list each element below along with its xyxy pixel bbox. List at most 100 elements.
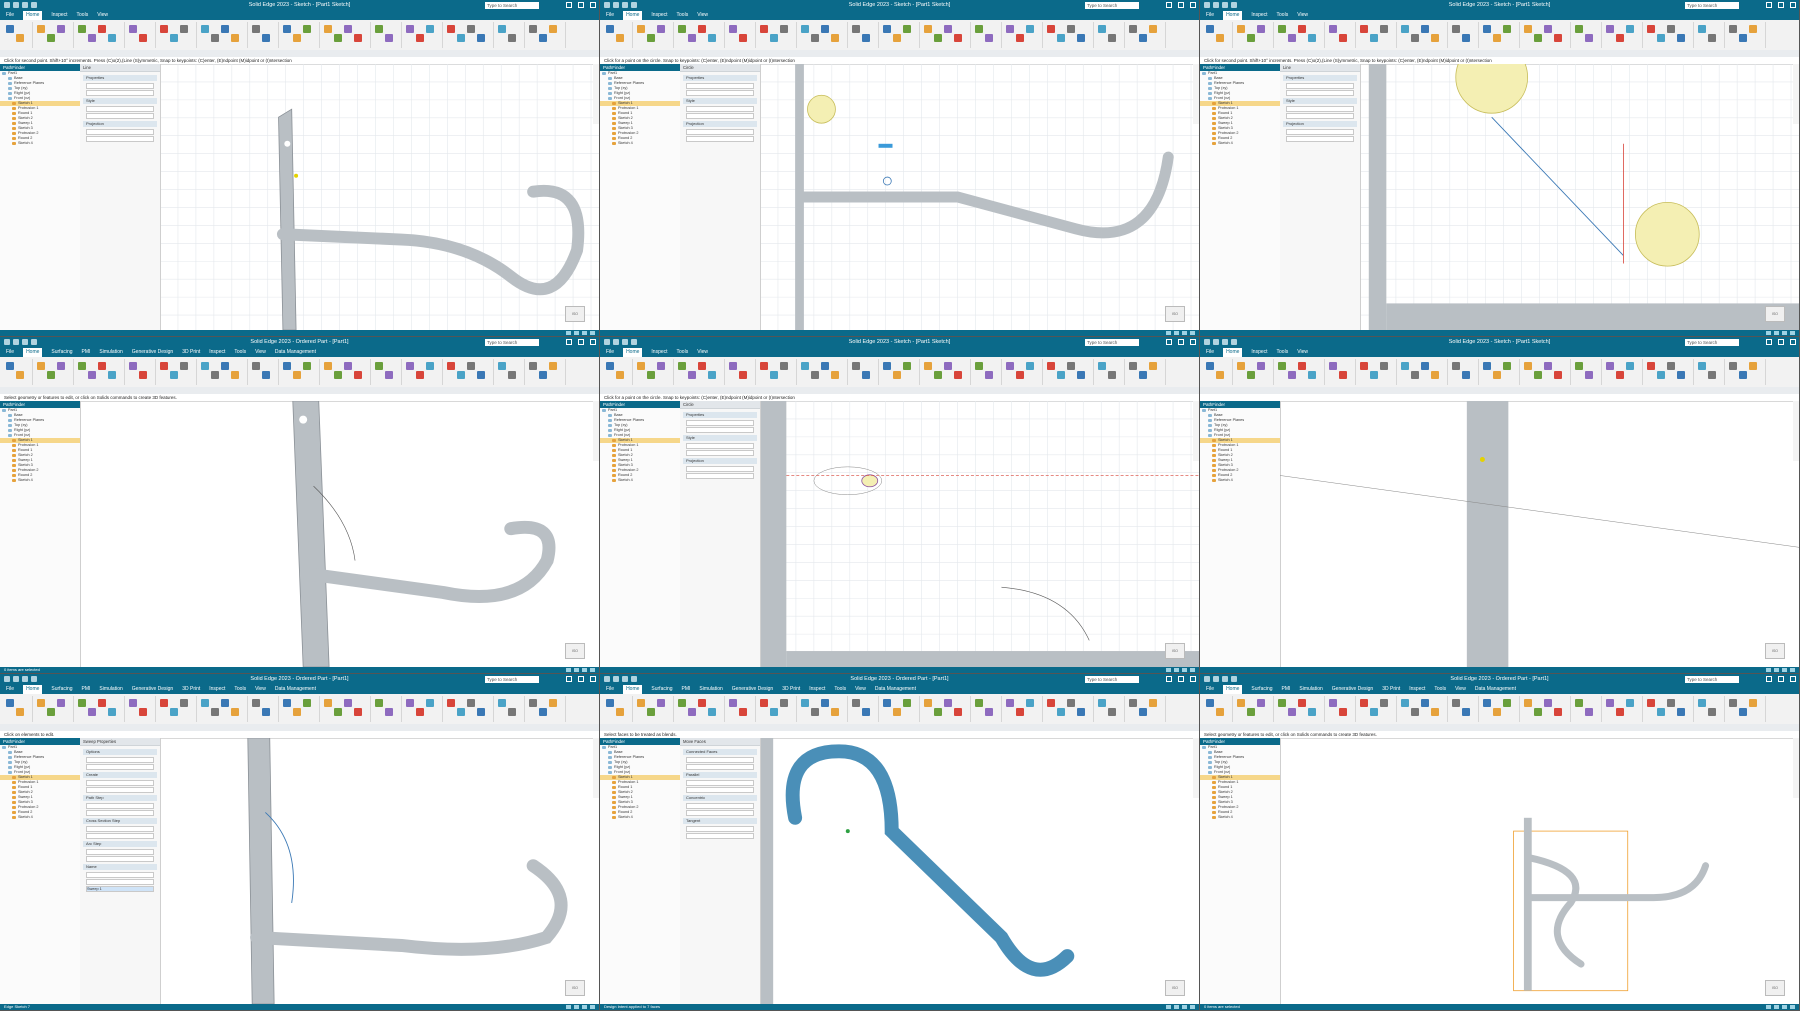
tool-icon[interactable]: [160, 699, 168, 707]
property-section[interactable]: Arc Step: [83, 841, 157, 847]
tab-file[interactable]: File: [1206, 11, 1214, 20]
tool-icon[interactable]: [354, 708, 362, 716]
sweep-name-field[interactable]: Sweep 1: [86, 886, 154, 892]
tool-icon[interactable]: [529, 699, 537, 707]
tool-icon[interactable]: [129, 699, 137, 707]
tool-icon[interactable]: [201, 362, 209, 370]
tool-icon[interactable]: [1524, 362, 1532, 370]
view-tools[interactable]: [1793, 738, 1799, 798]
search-box[interactable]: Type to Search: [1085, 676, 1139, 683]
tool-icon[interactable]: [1380, 699, 1388, 707]
tool-icon[interactable]: [1247, 34, 1255, 42]
search-box[interactable]: Type to Search: [485, 339, 539, 346]
tab-3d-print[interactable]: 3D Print: [182, 685, 200, 694]
tool-icon[interactable]: [1677, 708, 1685, 716]
tool-icon[interactable]: [211, 708, 219, 716]
tool-icon[interactable]: [344, 362, 352, 370]
tool-icon[interactable]: [1401, 362, 1409, 370]
tool-icon[interactable]: [831, 371, 839, 379]
tool-icon[interactable]: [324, 699, 332, 707]
tool-icon[interactable]: [375, 699, 383, 707]
tab-home[interactable]: Home: [23, 685, 43, 694]
maximize-icon[interactable]: [1178, 339, 1184, 345]
tool-icon[interactable]: [1483, 699, 1491, 707]
tool-icon[interactable]: [1708, 34, 1716, 42]
graphics-viewport[interactable]: [760, 738, 1199, 1004]
tool-icon[interactable]: [944, 362, 952, 370]
tool-icon[interactable]: [770, 708, 778, 716]
tool-icon[interactable]: [1483, 25, 1491, 33]
tree-item[interactable]: Sketch 4: [0, 815, 80, 820]
tool-icon[interactable]: [1288, 708, 1296, 716]
property-field[interactable]: [1286, 83, 1354, 89]
property-field[interactable]: [86, 113, 154, 119]
tab-inspect[interactable]: Inspect: [51, 11, 67, 20]
tool-icon[interactable]: [924, 699, 932, 707]
tree-item[interactable]: Sketch 4: [600, 141, 680, 146]
tool-icon[interactable]: [1554, 34, 1562, 42]
search-box[interactable]: Type to Search: [1685, 2, 1739, 9]
tool-icon[interactable]: [1431, 708, 1439, 716]
tool-icon[interactable]: [606, 25, 614, 33]
tab-view[interactable]: View: [855, 685, 866, 694]
property-field[interactable]: [86, 856, 154, 862]
tool-icon[interactable]: [1237, 699, 1245, 707]
search-box[interactable]: Type to Search: [1685, 339, 1739, 346]
tool-icon[interactable]: [1380, 25, 1388, 33]
tool-icon[interactable]: [170, 708, 178, 716]
property-section[interactable]: Name: [83, 864, 157, 870]
maximize-icon[interactable]: [578, 676, 584, 682]
tool-icon[interactable]: [416, 34, 424, 42]
tool-icon[interactable]: [447, 362, 455, 370]
tab-inspect[interactable]: Inspect: [1409, 685, 1425, 694]
tool-icon[interactable]: [129, 25, 137, 33]
pan-icon[interactable]: [574, 1005, 579, 1009]
property-section[interactable]: Properties: [83, 75, 157, 81]
tool-icon[interactable]: [1647, 362, 1655, 370]
tool-icon[interactable]: [924, 362, 932, 370]
tool-icon[interactable]: [1298, 362, 1306, 370]
tool-icon[interactable]: [1626, 699, 1634, 707]
property-field[interactable]: [686, 466, 754, 472]
tool-icon[interactable]: [47, 708, 55, 716]
tool-icon[interactable]: [477, 708, 485, 716]
pan-icon[interactable]: [1174, 331, 1179, 335]
tree-item[interactable]: Sketch 4: [0, 478, 80, 483]
tab-tools[interactable]: Tools: [77, 11, 89, 20]
model-canvas[interactable]: [760, 738, 1199, 1004]
tool-icon[interactable]: [1647, 699, 1655, 707]
tool-icon[interactable]: [231, 708, 239, 716]
tool-icon[interactable]: [1462, 708, 1470, 716]
tab-3d-print[interactable]: 3D Print: [182, 348, 200, 357]
tab-home[interactable]: Home: [1223, 11, 1243, 20]
tab-pmi[interactable]: PMI: [1282, 685, 1291, 694]
tool-icon[interactable]: [78, 25, 86, 33]
close-icon[interactable]: [1190, 339, 1196, 345]
tool-icon[interactable]: [1575, 699, 1583, 707]
minimize-icon[interactable]: [1166, 339, 1172, 345]
fit-icon[interactable]: [590, 331, 595, 335]
pan-icon[interactable]: [1774, 1005, 1779, 1009]
property-section[interactable]: Options: [83, 749, 157, 755]
tool-icon[interactable]: [801, 362, 809, 370]
property-field[interactable]: [86, 780, 154, 786]
tool-icon[interactable]: [201, 25, 209, 33]
property-field[interactable]: [686, 420, 754, 426]
close-icon[interactable]: [1790, 676, 1796, 682]
graphics-viewport[interactable]: [160, 738, 599, 1004]
tab-inspect[interactable]: Inspect: [209, 348, 225, 357]
tool-icon[interactable]: [139, 371, 147, 379]
tool-icon[interactable]: [549, 699, 557, 707]
tool-icon[interactable]: [1698, 699, 1706, 707]
tool-icon[interactable]: [606, 699, 614, 707]
zoom-icon[interactable]: [1766, 331, 1771, 335]
property-field[interactable]: [686, 106, 754, 112]
rotate-icon[interactable]: [1782, 668, 1787, 672]
tool-icon[interactable]: [1129, 25, 1137, 33]
tab-home[interactable]: Home: [1223, 348, 1243, 357]
tool-icon[interactable]: [1098, 362, 1106, 370]
tool-icon[interactable]: [954, 708, 962, 716]
tool-icon[interactable]: [549, 25, 557, 33]
tool-icon[interactable]: [637, 699, 645, 707]
tool-icon[interactable]: [201, 699, 209, 707]
